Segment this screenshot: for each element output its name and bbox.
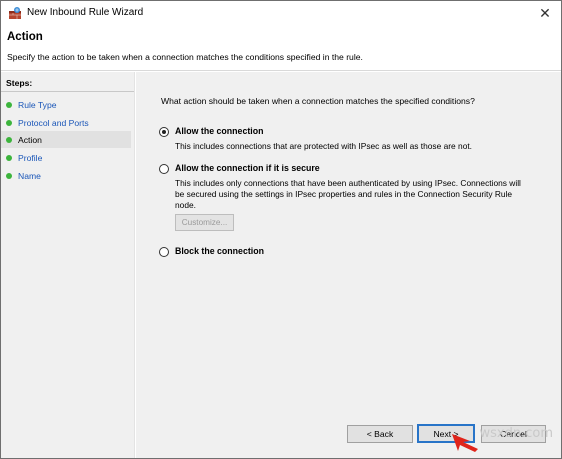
- window-title: New Inbound Rule Wizard: [27, 7, 144, 18]
- steps-pane: Steps: Rule Type Protocol and Ports Acti…: [1, 72, 135, 458]
- back-button[interactable]: < Back: [347, 425, 413, 443]
- watermark: wsxdn.com: [479, 426, 554, 441]
- step-action[interactable]: Action: [1, 131, 131, 148]
- wizard-window: New Inbound Rule Wizard ✕ Action Specify…: [0, 0, 562, 459]
- firewall-icon: [9, 7, 21, 19]
- allow-if-secure-label[interactable]: Allow the connection if it is secure: [175, 163, 320, 173]
- steps-heading: Steps:: [1, 78, 134, 92]
- action-question: What action should be taken when a conne…: [161, 96, 475, 106]
- step-complete-icon: [6, 154, 12, 161]
- step-name[interactable]: Name: [1, 167, 131, 184]
- step-label: Action: [18, 134, 42, 145]
- block-connection-label[interactable]: Block the connection: [175, 246, 264, 256]
- page-description: Specify the action to be taken when a co…: [7, 52, 363, 62]
- step-complete-icon: [6, 101, 12, 108]
- content-pane: What action should be taken when a conne…: [136, 72, 561, 458]
- allow-if-secure-radio[interactable]: [159, 164, 169, 174]
- allow-connection-description: This includes connections that are prote…: [175, 141, 473, 151]
- step-label: Name: [18, 170, 41, 181]
- step-complete-icon: [6, 136, 12, 143]
- step-complete-icon: [6, 172, 12, 179]
- close-button[interactable]: ✕: [531, 1, 559, 25]
- block-connection-radio[interactable]: [159, 247, 169, 257]
- step-label: Rule Type: [18, 99, 57, 110]
- page-header: Action Specify the action to be taken wh…: [1, 25, 561, 71]
- step-label: Profile: [18, 152, 43, 163]
- step-protocol-and-ports[interactable]: Protocol and Ports: [1, 114, 131, 131]
- step-profile[interactable]: Profile: [1, 149, 131, 166]
- step-label: Protocol and Ports: [18, 117, 89, 128]
- page-title: Action: [7, 31, 43, 43]
- customize-button[interactable]: Customize...: [175, 214, 234, 231]
- title-bar: New Inbound Rule Wizard ✕: [1, 1, 561, 25]
- allow-connection-label[interactable]: Allow the connection: [175, 126, 263, 136]
- allow-connection-radio[interactable]: [159, 127, 169, 137]
- step-rule-type[interactable]: Rule Type: [1, 96, 131, 113]
- allow-if-secure-description: This includes only connections that have…: [175, 178, 521, 210]
- close-icon: ✕: [539, 4, 551, 21]
- step-complete-icon: [6, 119, 12, 126]
